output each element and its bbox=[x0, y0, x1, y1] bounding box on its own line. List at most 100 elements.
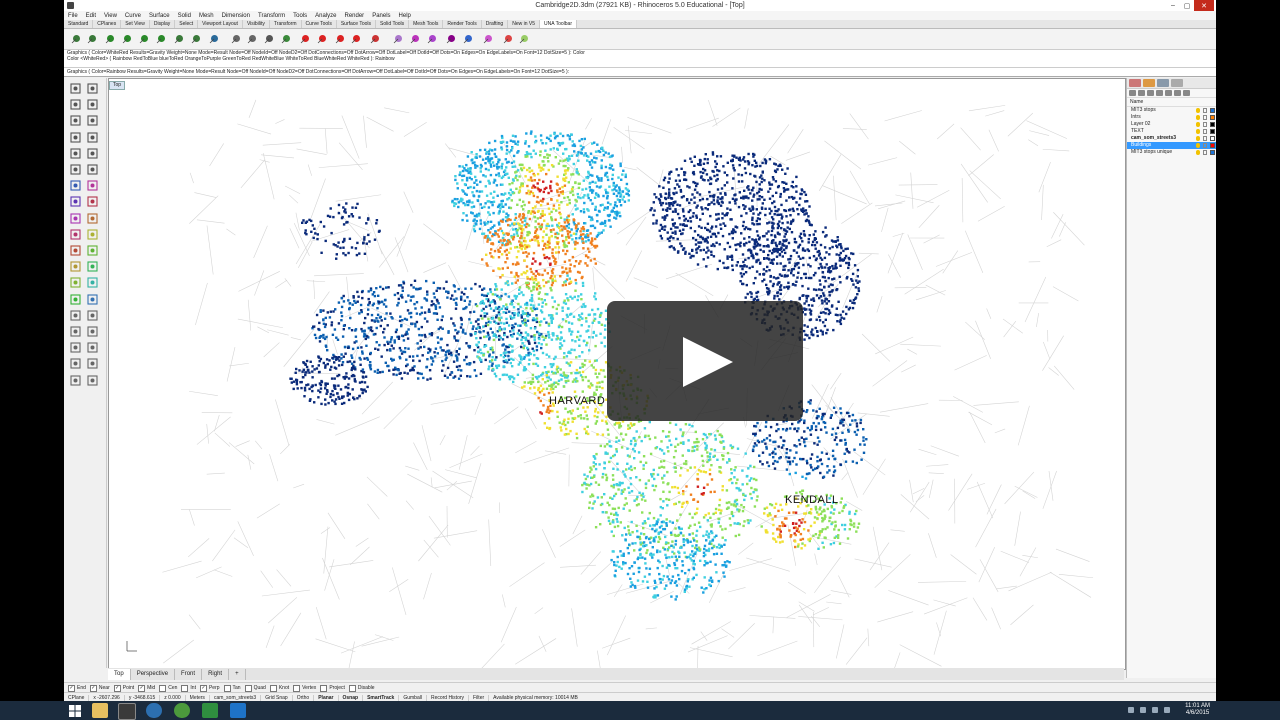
viewport-tab-top[interactable]: Top bbox=[108, 668, 131, 680]
loft-tool-icon[interactable] bbox=[86, 179, 99, 192]
una-tool-26-icon[interactable] bbox=[518, 32, 531, 45]
render-tool-icon[interactable] bbox=[69, 357, 82, 370]
osnap-checkbox[interactable] bbox=[244, 684, 252, 692]
layer-tool-icon[interactable] bbox=[69, 374, 82, 387]
layer-row[interactable]: Buildings bbox=[1127, 142, 1216, 149]
una-tool-12-icon[interactable] bbox=[263, 32, 276, 45]
layer-row[interactable]: TEXT bbox=[1127, 128, 1216, 135]
volume-icon[interactable] bbox=[1152, 707, 1158, 713]
menu-view[interactable]: View bbox=[100, 13, 121, 19]
toolbar-tab-select[interactable]: Select bbox=[175, 20, 199, 28]
osnap-near[interactable]: ✓ Near bbox=[89, 684, 110, 692]
una-tool-4-icon[interactable] bbox=[121, 32, 134, 45]
lock-icon[interactable] bbox=[1203, 122, 1207, 127]
polygon-tool-icon[interactable] bbox=[86, 147, 99, 160]
osnap-checkbox[interactable] bbox=[269, 684, 277, 692]
osnap-cen[interactable]: Cen bbox=[159, 684, 177, 692]
osnap-checkbox[interactable] bbox=[348, 684, 356, 692]
visibility-bulb-icon[interactable] bbox=[1196, 108, 1200, 113]
osnap-disable[interactable]: Disable bbox=[348, 684, 375, 692]
minimize-button[interactable]: – bbox=[1166, 0, 1180, 11]
command-prompt[interactable]: Graphics ( Color=Rainbow Results=Gravity… bbox=[64, 68, 1216, 77]
una-tool-14-icon[interactable] bbox=[299, 32, 312, 45]
osnap-knot[interactable]: Knot bbox=[269, 684, 289, 692]
visibility-bulb-icon[interactable] bbox=[1196, 150, 1200, 155]
copy-tool-icon[interactable] bbox=[86, 293, 99, 306]
menu-transform[interactable]: Transform bbox=[254, 13, 289, 19]
visibility-bulb-icon[interactable] bbox=[1196, 129, 1200, 134]
rhino-taskbar-icon[interactable] bbox=[118, 703, 136, 720]
internet-explorer-icon[interactable] bbox=[230, 703, 246, 718]
file-explorer-icon[interactable] bbox=[92, 703, 108, 718]
una-tool-3-icon[interactable] bbox=[104, 32, 117, 45]
sphere-tool-icon[interactable] bbox=[86, 195, 99, 208]
search-globe-icon[interactable] bbox=[146, 703, 162, 718]
toolbar-tab-standard[interactable]: Standard bbox=[64, 20, 94, 28]
arc-tool-icon[interactable] bbox=[69, 131, 82, 144]
array-tool-icon[interactable] bbox=[86, 325, 99, 338]
title-bar[interactable]: Cambridge2D.3dm (27921 KB) - Rhinoceros … bbox=[64, 0, 1216, 11]
una-tool-9-icon[interactable] bbox=[208, 32, 221, 45]
close-button[interactable]: ✕ bbox=[1194, 0, 1214, 11]
filter-icon[interactable] bbox=[1174, 90, 1181, 96]
layer-row[interactable]: Intrs bbox=[1127, 114, 1216, 121]
una-tool-19-icon[interactable] bbox=[392, 32, 405, 45]
una-tool-7-icon[interactable] bbox=[173, 32, 186, 45]
toolbar-tab-curve-tools[interactable]: Curve Tools bbox=[302, 20, 337, 28]
status-toggle-planar[interactable]: Planar bbox=[314, 694, 339, 701]
status-toggle-grid-snap[interactable]: Grid Snap bbox=[261, 694, 293, 701]
tools-icon[interactable] bbox=[1183, 90, 1190, 96]
visibility-bulb-icon[interactable] bbox=[1196, 122, 1200, 127]
viewport-tab-perspective[interactable]: Perspective bbox=[131, 668, 176, 680]
taskbar-clock[interactable]: 11:01 AM 4/6/2015 bbox=[1185, 703, 1210, 717]
freeform-tool-icon[interactable] bbox=[69, 163, 82, 176]
ellipse-tool-icon[interactable] bbox=[86, 131, 99, 144]
status-toggle-osnap[interactable]: Osnap bbox=[339, 694, 364, 701]
osnap-checkbox[interactable]: ✓ bbox=[68, 684, 75, 692]
menu-panels[interactable]: Panels bbox=[368, 13, 394, 19]
toolbar-tab-una-toolbar[interactable]: UNA Toolbar bbox=[540, 20, 577, 28]
osnap-checkbox[interactable]: ✓ bbox=[89, 684, 97, 692]
network-icon[interactable] bbox=[1140, 707, 1146, 713]
scale-tool-icon[interactable] bbox=[86, 309, 99, 322]
toolbar-tab-transform[interactable]: Transform bbox=[270, 20, 302, 28]
check-tool-icon[interactable] bbox=[86, 374, 99, 387]
mesh-tool-icon[interactable] bbox=[69, 228, 82, 241]
help-tab-icon[interactable] bbox=[1171, 79, 1183, 87]
layer-color-swatch[interactable] bbox=[1210, 143, 1215, 148]
osnap-checkbox[interactable] bbox=[320, 684, 328, 692]
una-tool-1-icon[interactable] bbox=[70, 32, 83, 45]
menu-mesh[interactable]: Mesh bbox=[195, 13, 218, 19]
move-up-icon[interactable] bbox=[1156, 90, 1163, 96]
una-tool-13-icon[interactable] bbox=[280, 32, 293, 45]
layer-row[interactable]: MIT3 stops bbox=[1127, 107, 1216, 114]
lock-icon[interactable] bbox=[1203, 143, 1207, 148]
mirror-tool-icon[interactable] bbox=[69, 325, 82, 338]
una-tool-8-icon[interactable] bbox=[190, 32, 203, 45]
split-tool-icon[interactable] bbox=[69, 260, 82, 273]
toolbar-tab-solid-tools[interactable]: Solid Tools bbox=[376, 20, 410, 28]
line-tool-icon[interactable] bbox=[86, 98, 99, 111]
toolbar-tab-render-tools[interactable]: Render Tools bbox=[443, 20, 482, 28]
delete-layer-icon[interactable] bbox=[1147, 90, 1154, 96]
toolbar-tab-mesh-tools[interactable]: Mesh Tools bbox=[409, 20, 444, 28]
una-tool-21-icon[interactable] bbox=[426, 32, 439, 45]
video-play-button[interactable] bbox=[607, 301, 803, 421]
una-tool-2-icon[interactable] bbox=[86, 32, 99, 45]
toolbar-tab-drafting[interactable]: Drafting bbox=[482, 20, 509, 28]
top-viewport[interactable]: Top HARVARD KENDALL bbox=[108, 78, 1126, 670]
new-sublayer-icon[interactable] bbox=[1138, 90, 1145, 96]
osnap-vertex[interactable]: Vertex bbox=[293, 684, 316, 692]
new-layer-icon[interactable] bbox=[1129, 90, 1136, 96]
lock-icon[interactable] bbox=[1203, 136, 1207, 141]
offset-tool-icon[interactable] bbox=[69, 244, 82, 257]
osnap-mid[interactable]: ✓ Mid bbox=[138, 684, 155, 692]
menu-file[interactable]: File bbox=[64, 13, 82, 19]
osnap-checkbox[interactable] bbox=[159, 684, 167, 692]
layers-tab-icon[interactable] bbox=[1143, 79, 1155, 87]
visibility-bulb-icon[interactable] bbox=[1196, 136, 1200, 141]
menu-analyze[interactable]: Analyze bbox=[311, 13, 340, 19]
join-tool-icon[interactable] bbox=[86, 260, 99, 273]
windows-start-icon[interactable] bbox=[68, 704, 82, 718]
una-tool-15-icon[interactable] bbox=[316, 32, 329, 45]
